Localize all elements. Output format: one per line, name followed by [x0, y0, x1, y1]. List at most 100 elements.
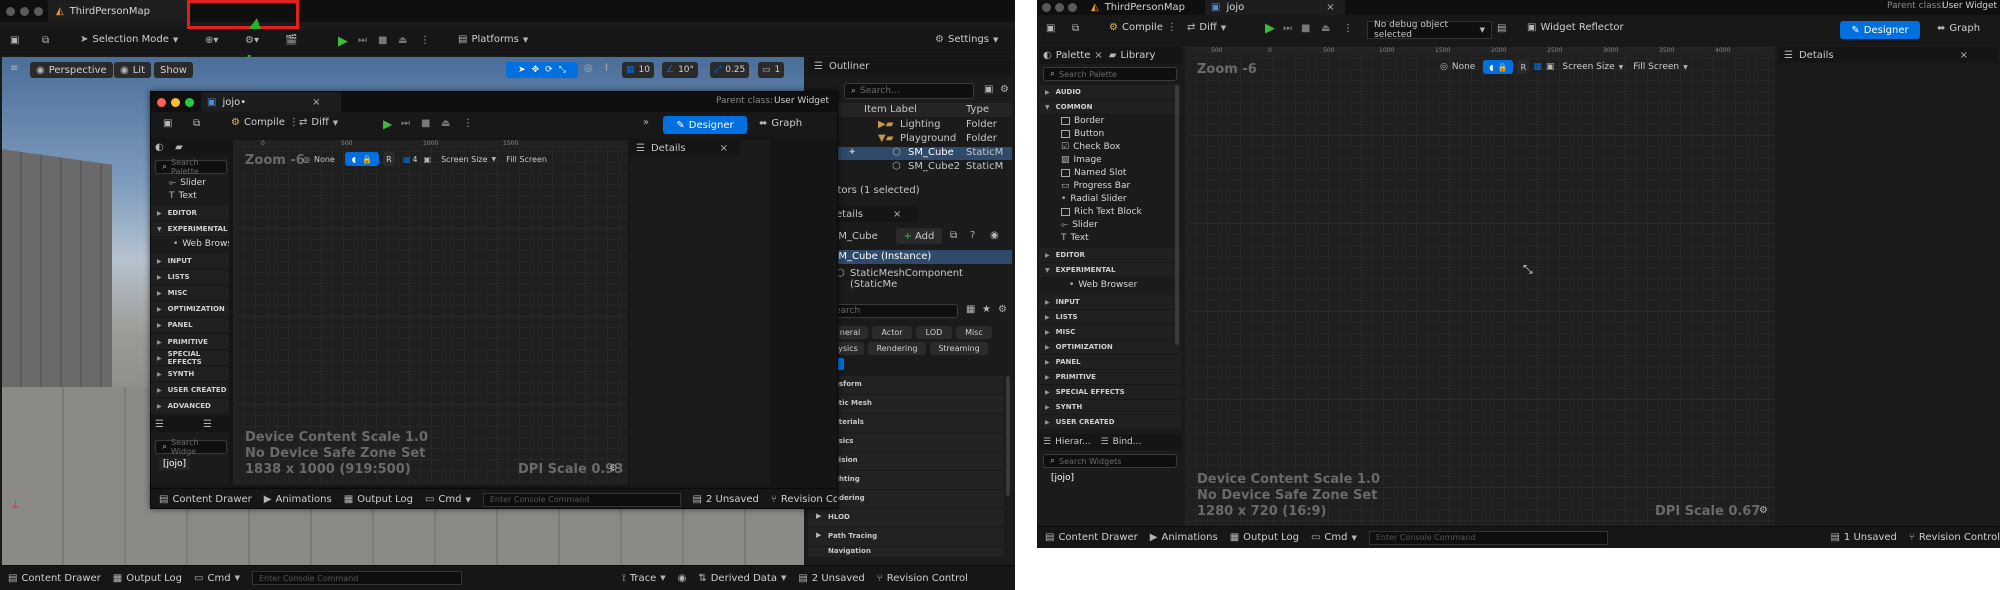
category-user-created[interactable]: ▶ USER CREATED [151, 383, 229, 398]
stop-icon[interactable]: ■ [1301, 23, 1310, 34]
trace-button[interactable]: ⟟ Trace ▼ [622, 573, 666, 584]
save-icon[interactable]: ▣ [1046, 23, 1055, 34]
category-special-effects[interactable]: ▶ SPECIAL EFFECTS [151, 350, 229, 366]
browse-icon[interactable]: ⧉ [193, 118, 200, 129]
dpi-settings-icon[interactable]: ⚙ [1759, 505, 1768, 516]
section-path-tracing[interactable]: ▶ Path Tracing [808, 528, 1004, 546]
category-audio[interactable]: ▶ AUDIO [1039, 85, 1181, 100]
content-drawer-button[interactable]: ▤ Content Drawer [159, 494, 252, 505]
r-button[interactable]: R [382, 152, 395, 166]
stop-icon[interactable]: ■ [378, 35, 387, 46]
window-min-dot[interactable] [20, 7, 29, 16]
window-close-dot[interactable] [6, 7, 15, 16]
play-icon[interactable]: ▶ [338, 34, 348, 49]
fill-screen-button[interactable]: Fill Screen [506, 155, 547, 164]
compile-button[interactable]: ⚙ Compile ⋮ [231, 117, 299, 128]
play-icon[interactable]: ▶ [383, 117, 392, 131]
palette-item-text[interactable]: T Text [169, 191, 197, 201]
grid-icon[interactable]: ▦ [1533, 62, 1542, 72]
palette-item-rich-text-block[interactable]: Rich Text Block [1061, 207, 1142, 217]
step-icon[interactable]: ⏭ [401, 118, 410, 129]
more-icon[interactable]: ⋮ [420, 35, 430, 46]
hierarchy-tab[interactable]: ☰ Hierar... [1043, 437, 1091, 447]
surface-snap-icon[interactable]: ⌇ [604, 63, 609, 74]
more-icon[interactable]: ⋮ [289, 117, 299, 128]
hierarchy-root-item[interactable]: [jojo] [159, 458, 191, 470]
outliner-row-lighting[interactable]: ▶▰ Lighting Folder [808, 119, 1012, 132]
category-primitive[interactable]: ▶ PRIMITIVE [1039, 370, 1181, 385]
settings-icon[interactable]: ⚙ [1000, 84, 1009, 95]
palette-search[interactable]: ⌕ Search Palette [155, 158, 227, 176]
outliner-search[interactable]: ⌕ Search... [844, 83, 974, 99]
globe-icon[interactable]: ◎ [1440, 62, 1448, 72]
window-max-dot[interactable] [34, 7, 43, 16]
filter-streaming[interactable]: Streaming [930, 342, 988, 355]
expand-icon[interactable]: » [643, 117, 649, 128]
palette-item-border[interactable]: Border [1061, 116, 1104, 126]
camera-icon[interactable]: ▣ [424, 155, 432, 164]
hierarchy-search[interactable]: ⌕ Search Widge [155, 438, 227, 456]
cmd-button[interactable]: ▭ Cmd ▼ [425, 494, 471, 505]
unsaved-button[interactable]: ▤ 1 Unsaved [1830, 532, 1896, 543]
step-icon[interactable]: ⏭ [358, 35, 367, 46]
category-editor[interactable]: ▶ EDITOR [151, 206, 229, 221]
close-icon[interactable]: × [893, 209, 901, 220]
palette-scrollbar[interactable] [1175, 85, 1179, 345]
window-close-dot[interactable] [157, 98, 166, 107]
add-folder-icon[interactable]: ▣ [984, 84, 993, 95]
table-icon[interactable]: ▦ [966, 304, 975, 315]
category-advanced[interactable]: ▶ ADVANCED [151, 399, 229, 414]
none-label[interactable]: None [1452, 62, 1475, 72]
content-drawer-button[interactable]: ▤ Content Drawer [1045, 532, 1138, 543]
screen-size-dropdown[interactable]: Screen Size ▼ [1562, 62, 1623, 72]
step-icon[interactable]: ⏭ [1283, 23, 1292, 34]
cinematics-icon[interactable]: 🎬 [285, 35, 297, 46]
designer-canvas[interactable]: 500 0 500 1000 1500 2000 2500 3000 3500 … [1185, 47, 1775, 526]
r-button[interactable]: R [1517, 60, 1530, 74]
column-item-label[interactable]: Item Label [864, 104, 917, 115]
category-optimization[interactable]: ▶ OPTIMIZATION [151, 302, 229, 317]
category-synth[interactable]: ▶ SYNTH [151, 367, 229, 382]
output-log-button[interactable]: ▦ Output Log [344, 494, 413, 505]
hierarchy-root-item[interactable]: [jojo] [1047, 472, 1078, 484]
perspective-button[interactable]: ◉ Perspective [30, 62, 113, 78]
rotate-icon[interactable]: ⟳ [545, 65, 553, 75]
category-editor[interactable]: ▶ EDITOR [1039, 248, 1181, 263]
tab-jojo[interactable]: ▣ jojo• × [201, 92, 341, 112]
output-log-button[interactable]: ▦ Output Log [113, 573, 182, 584]
outliner-row-sm-cube[interactable]: ✦ ⬡ SM_Cube StaticM [808, 147, 1012, 160]
stop-icon[interactable]: ■ [421, 118, 430, 129]
help-icon[interactable]: ? [970, 230, 975, 241]
filter-misc[interactable]: Misc [956, 326, 992, 339]
eject-icon[interactable]: ⏏ [1321, 23, 1330, 34]
add-actor-icon[interactable]: ⊕▾ [205, 35, 218, 46]
record-icon[interactable]: ◉ [678, 573, 687, 584]
category-input[interactable]: ▶ INPUT [1039, 295, 1181, 310]
source-control-icon[interactable]: ⧉ [42, 35, 49, 46]
camera-icon[interactable]: ▣ [1546, 62, 1555, 72]
category-panel[interactable]: ▶ PANEL [1039, 355, 1181, 370]
blueprint-icon[interactable]: ⧉ [950, 230, 957, 241]
screen-size-dropdown[interactable]: Screen Size ▼ [441, 155, 496, 164]
diff-button[interactable]: ⇄ Diff ▼ [1187, 22, 1226, 33]
category-common[interactable]: ▼ COMMON [1039, 100, 1181, 115]
grid-snap[interactable]: ▦ 4 [403, 155, 418, 164]
revision-control-button[interactable]: ⑂ Revision Control [1909, 532, 2000, 543]
compile-button[interactable]: ⚙ Compile ⋮ [1109, 22, 1177, 33]
platforms-button[interactable]: ▤ Platforms ▼ [458, 34, 528, 45]
window-max-dot[interactable] [185, 98, 194, 107]
unsaved-button[interactable]: ▤ 2 Unsaved [693, 494, 759, 505]
category-primitive[interactable]: ▶ PRIMITIVE [151, 335, 229, 350]
palette-item-slider[interactable]: ⟜ Slider [169, 178, 206, 188]
designer-button[interactable]: ✎ Designer [1840, 21, 1920, 39]
eye-icon[interactable]: ◉ [990, 230, 999, 241]
tab-jojo[interactable]: ▣ jojo × [1205, 0, 1345, 15]
close-icon[interactable]: × [1326, 2, 1334, 13]
select-icon[interactable]: ➤ [518, 65, 526, 75]
add-component-button[interactable]: + Add [896, 228, 942, 244]
palette-search[interactable]: ⌕ Search Palette [1043, 67, 1177, 81]
category-misc[interactable]: ▶ MISC [1039, 325, 1181, 340]
world-icon[interactable]: ◎ [584, 63, 593, 74]
palette-item-text[interactable]: T Text [1061, 233, 1089, 243]
category-user-created[interactable]: ▶ USER CREATED [1039, 415, 1181, 430]
